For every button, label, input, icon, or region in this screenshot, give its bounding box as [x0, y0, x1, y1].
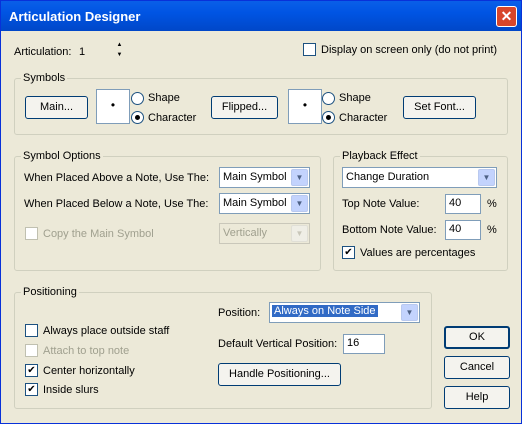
copy-direction-value: Vertically	[223, 227, 268, 239]
main-character-radio[interactable]	[131, 111, 144, 124]
main-shape-radio[interactable]	[131, 92, 144, 105]
above-note-select[interactable]: Main Symbol ▼	[219, 167, 310, 188]
playback-effect-select[interactable]: Change Duration ▼	[342, 167, 497, 188]
inside-slurs-checkbox[interactable]: ✔	[25, 383, 38, 396]
copy-direction-select[interactable]: Vertically ▼	[219, 223, 310, 244]
chevron-down-icon[interactable]: ▼	[401, 304, 418, 321]
above-note-label: When Placed Above a Note, Use The:	[24, 172, 210, 184]
main-shape-label: Shape	[148, 92, 180, 104]
articulation-value: 1	[79, 46, 86, 58]
position-value: Always on Note Side	[272, 305, 378, 317]
main-button[interactable]: Main...	[25, 96, 88, 119]
symbol-options-legend: Symbol Options	[21, 150, 103, 162]
playback-effect-legend: Playback Effect	[340, 150, 420, 162]
attach-top-note-checkbox[interactable]	[25, 344, 38, 357]
top-note-label: Top Note Value:	[342, 198, 420, 210]
flipped-button[interactable]: Flipped...	[211, 96, 278, 119]
copy-main-symbol-checkbox[interactable]	[25, 227, 38, 240]
flipped-character-label: Character	[339, 112, 388, 124]
default-vertical-label: Default Vertical Position:	[218, 338, 338, 350]
below-note-select[interactable]: Main Symbol ▼	[219, 193, 310, 214]
close-button[interactable]: ✕	[496, 6, 517, 27]
center-horizontally-checkbox[interactable]: ✔	[25, 364, 38, 377]
articulation-label: Articulation:	[14, 46, 72, 58]
position-select[interactable]: Always on Note Side ▼	[269, 302, 420, 323]
close-icon: ✕	[500, 8, 513, 24]
position-label: Position:	[218, 307, 261, 319]
symbols-legend: Symbols	[21, 72, 68, 84]
flipped-shape-radio[interactable]	[322, 92, 335, 105]
below-note-label: When Placed Below a Note, Use The:	[24, 198, 209, 210]
outside-staff-checkbox[interactable]	[25, 324, 38, 337]
title-bar[interactable]: Articulation Designer ✕	[1, 1, 521, 31]
spin-up-icon[interactable]: ▲	[111, 41, 128, 51]
chevron-down-icon[interactable]: ▼	[291, 225, 308, 242]
display-only-label: Display on screen only (do not print)	[321, 44, 498, 56]
below-note-value: Main Symbol	[223, 197, 287, 209]
copy-main-symbol-label: Copy the Main Symbol	[43, 228, 154, 240]
flipped-shape-label: Shape	[339, 92, 371, 104]
cancel-button[interactable]: Cancel	[444, 356, 510, 379]
spin-down-icon[interactable]: ▼	[111, 51, 128, 61]
positioning-legend: Positioning	[21, 286, 79, 298]
handle-positioning-button[interactable]: Handle Positioning...	[218, 363, 341, 386]
set-font-button[interactable]: Set Font...	[403, 96, 476, 119]
default-vertical-input[interactable]: 16	[343, 334, 385, 354]
ok-button[interactable]: OK	[444, 326, 510, 349]
main-symbol-preview: •	[96, 89, 130, 124]
help-button[interactable]: Help	[444, 386, 510, 409]
chevron-down-icon[interactable]: ▼	[291, 195, 308, 212]
bottom-note-label: Bottom Note Value:	[342, 224, 437, 236]
values-percentages-label: Values are percentages	[360, 247, 476, 259]
chevron-down-icon[interactable]: ▼	[291, 169, 308, 186]
bottom-note-input[interactable]: 40	[445, 220, 481, 240]
top-note-input[interactable]: 40	[445, 194, 481, 214]
articulation-designer-dialog: Articulation Designer ✕ Articulation: 1 …	[0, 0, 522, 424]
chevron-down-icon[interactable]: ▼	[478, 169, 495, 186]
flipped-character-radio[interactable]	[322, 111, 335, 124]
inside-slurs-label: Inside slurs	[43, 384, 99, 396]
values-percentages-checkbox[interactable]: ✔	[342, 246, 355, 259]
main-character-label: Character	[148, 112, 197, 124]
outside-staff-label: Always place outside staff	[43, 325, 170, 337]
top-note-unit: %	[487, 198, 497, 210]
center-horizontally-label: Center horizontally	[43, 365, 135, 377]
bottom-note-unit: %	[487, 224, 497, 236]
above-note-value: Main Symbol	[223, 171, 287, 183]
playback-effect-value: Change Duration	[346, 171, 430, 183]
attach-top-note-label: Attach to top note	[43, 345, 130, 357]
flipped-symbol-preview: •	[288, 89, 322, 124]
articulation-spinner[interactable]: ▲ ▼	[111, 41, 128, 61]
display-only-checkbox[interactable]	[303, 43, 316, 56]
window-title: Articulation Designer	[9, 9, 141, 24]
